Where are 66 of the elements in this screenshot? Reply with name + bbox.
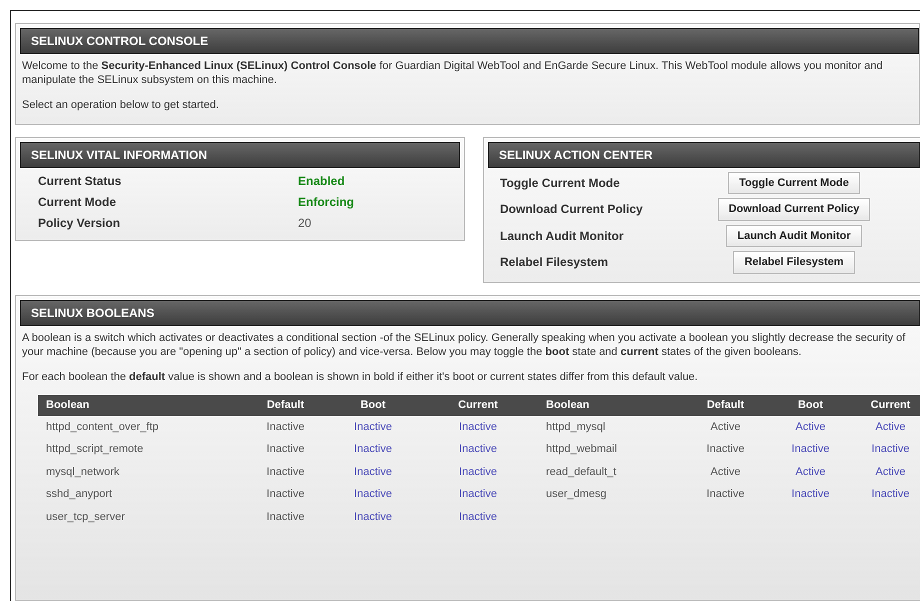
info-label: Policy Version <box>38 214 122 232</box>
column-header: Boolean <box>38 395 243 416</box>
prompt-text: Select an operation below to get started. <box>21 98 220 113</box>
table-cell: mysql_network <box>46 466 120 478</box>
state-link[interactable]: Active <box>796 466 826 478</box>
info-label: Current Status <box>38 172 122 190</box>
state-link[interactable]: Active <box>876 466 906 478</box>
state-link[interactable]: Inactive <box>354 420 392 432</box>
state-link[interactable]: Active <box>796 420 826 432</box>
column-header: Current <box>418 395 538 416</box>
state-link[interactable]: Inactive <box>459 466 497 478</box>
table-cell: Inactive <box>266 488 304 500</box>
action-button[interactable]: Launch Audit Monitor <box>726 224 862 247</box>
table-cell: Inactive <box>266 420 304 432</box>
table-cell: read_default_t <box>546 466 616 478</box>
state-link[interactable]: Inactive <box>459 510 497 522</box>
intro-text: Welcome to the Security-Enhanced Linux (SELinux) Control Console for Guardian Digital WebTool and EnGarde Secure Linux. This WebTool module allows you monitor and manipulate the SELinux subsystem on this machine. <box>21 59 884 87</box>
description-text: A boolean is a switch which activates or deactivates a conditional section -of the SELinux policy. Generally speaking when you activate a boolean you slightly decrease the security of your machine (because you are "opening up" a section of policy) and vice-versa. Below you may toggle the boot state and current states of the given booleans. <box>21 330 906 358</box>
table-cell: Active <box>710 466 740 478</box>
state-link[interactable]: Inactive <box>459 488 497 500</box>
column-header: Current <box>853 395 920 416</box>
action-button[interactable]: Download Current Policy <box>718 198 870 220</box>
state-link[interactable]: Inactive <box>872 488 910 500</box>
action-label: Download Current Policy <box>500 201 644 218</box>
state-link[interactable]: Active <box>876 420 906 432</box>
table-cell: user_tcp_server <box>46 510 125 522</box>
table-cell: Inactive <box>266 443 304 455</box>
state-link[interactable]: Inactive <box>459 420 497 432</box>
state-link[interactable]: Inactive <box>792 488 830 500</box>
table-cell: sshd_anyport <box>46 488 112 500</box>
info-value: Enabled <box>298 172 346 190</box>
info-value: Enforcing <box>298 194 355 210</box>
state-link[interactable]: Inactive <box>354 466 392 478</box>
section-header: SELINUX BOOLEANS <box>20 300 920 326</box>
column-header: Boot <box>768 395 853 416</box>
section-header: SELINUX VITAL INFORMATION <box>20 142 460 168</box>
state-link[interactable]: Inactive <box>872 443 910 455</box>
action-button[interactable]: Relabel Filesystem <box>733 251 855 274</box>
action-label: Launch Audit Monitor <box>500 228 625 245</box>
info-value: 20 <box>298 214 312 232</box>
state-link[interactable]: Inactive <box>354 488 392 500</box>
section-header: SELINUX ACTION CENTER <box>488 142 920 168</box>
note-text: For each boolean the default value is shown and a boolean is shown in bold if either it's boot or current states differ from this default value. <box>21 370 699 384</box>
state-link[interactable]: Inactive <box>354 443 392 455</box>
info-label: Current Mode <box>38 194 117 210</box>
table-cell: user_dmesg <box>546 488 607 500</box>
table-cell: httpd_mysql <box>546 420 606 432</box>
table-cell: httpd_webmail <box>546 443 617 455</box>
table-cell: httpd_content_over_ftp <box>46 420 159 432</box>
state-link[interactable]: Inactive <box>792 443 830 455</box>
action-label: Toggle Current Mode <box>500 174 621 192</box>
action-button[interactable]: Toggle Current Mode <box>728 172 860 194</box>
table-cell: httpd_script_remote <box>46 443 144 455</box>
column-header: Default <box>683 395 768 416</box>
action-label: Relabel Filesystem <box>500 254 610 272</box>
table-cell: Active <box>710 420 740 432</box>
section-header: SELINUX CONTROL CONSOLE <box>20 28 919 54</box>
table-cell: Inactive <box>266 466 304 478</box>
table-cell: Inactive <box>706 488 744 500</box>
column-header: Boot <box>328 395 418 416</box>
column-header: Boolean <box>538 395 683 416</box>
table-cell: Inactive <box>266 510 304 522</box>
column-header: Default <box>243 395 328 416</box>
table-cell: Inactive <box>706 443 744 455</box>
state-link[interactable]: Inactive <box>459 443 497 455</box>
state-link[interactable]: Inactive <box>354 510 392 522</box>
